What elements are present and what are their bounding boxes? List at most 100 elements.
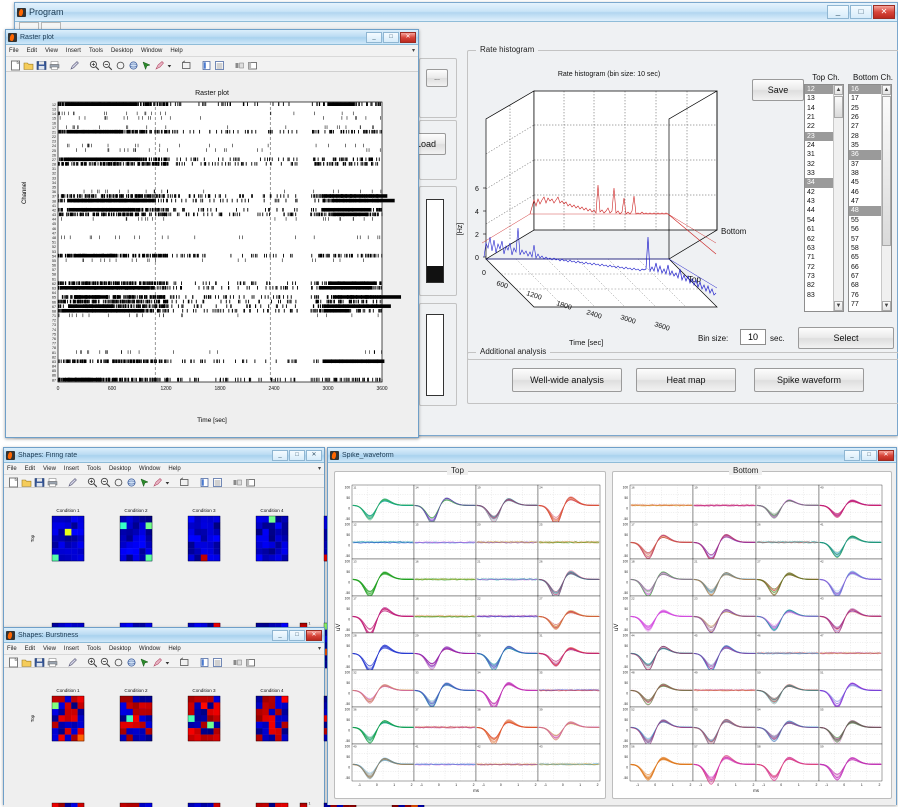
channel-list-item[interactable]: 44 (805, 206, 833, 215)
bottom-scroll-up-icon[interactable]: ▲ (882, 85, 891, 95)
channel-list-item[interactable]: 32 (805, 160, 833, 169)
brush-dropdown-icon[interactable] (166, 59, 172, 70)
spike-titlebar[interactable]: Spike_waveform _ □ ✕ (328, 448, 896, 463)
menu-item-file[interactable]: File (9, 48, 19, 54)
close-icon[interactable]: ✕ (873, 5, 895, 19)
edit-plot-icon[interactable] (66, 656, 77, 667)
raster-titlebar[interactable]: Raster plot _ □ ✕ (6, 30, 418, 45)
menu-item-edit[interactable]: Edit (25, 646, 35, 652)
channel-list-item[interactable]: 56 (849, 225, 881, 234)
link-data-icon[interactable] (180, 59, 191, 70)
brush-dropdown-icon[interactable] (164, 656, 170, 667)
menu-item-desktop[interactable]: Desktop (109, 466, 131, 472)
channel-list-item[interactable]: 27 (849, 122, 881, 131)
channel-list-item[interactable]: 72 (805, 263, 833, 272)
channel-list-item[interactable]: 22 (805, 122, 833, 131)
save-figure-icon[interactable] (33, 656, 45, 667)
show-plot-tools-icon[interactable] (244, 476, 255, 487)
channel-list-item[interactable]: 34 (805, 178, 833, 188)
top-channel-scrollbar[interactable]: ▲ ▼ (833, 85, 843, 311)
channel-list-item[interactable]: 36 (849, 150, 881, 160)
channel-list-item[interactable]: 73 (805, 272, 833, 281)
top-channel-listbox[interactable]: 12 13 14 21 22 23 24 31 32 33 34 42 43 44 54 61 62 63 71 72… (804, 84, 844, 312)
channel-list-item[interactable]: 25 (849, 104, 881, 113)
edit-plot-icon[interactable] (66, 476, 77, 487)
maximize-icon[interactable]: □ (850, 5, 872, 19)
menu-item-view[interactable]: View (43, 646, 56, 652)
main-window-titlebar[interactable]: Program _ □ ✕ (15, 3, 897, 22)
top-scroll-down-icon[interactable]: ▼ (834, 301, 843, 311)
menu-item-tools[interactable]: Tools (89, 48, 103, 54)
raster-close-icon[interactable]: ✕ (400, 31, 416, 43)
raster-toolbar[interactable] (6, 57, 418, 72)
shape1-menubar[interactable]: File Edit View Insert Tools Desktop Window Help… (4, 463, 324, 475)
show-plot-tools-icon[interactable] (244, 656, 255, 667)
channel-list-item[interactable]: 63 (805, 244, 833, 253)
new-figure-icon[interactable] (9, 59, 21, 70)
menu-item-view[interactable]: View (43, 466, 56, 472)
channel-list-item[interactable]: 66 (849, 263, 881, 272)
brush-icon[interactable] (153, 59, 164, 70)
data-cursor-icon[interactable] (138, 656, 149, 667)
save-button[interactable]: Save (752, 79, 804, 101)
channel-list-item[interactable]: 82 (805, 281, 833, 290)
print-icon[interactable] (46, 656, 58, 667)
channel-list-item[interactable]: 57 (849, 235, 881, 244)
menu-item-help[interactable]: Help (168, 466, 180, 472)
shape2-minimize-icon[interactable]: _ (272, 629, 288, 641)
zoom-in-icon[interactable] (86, 476, 98, 487)
menu-item-desktop[interactable]: Desktop (111, 48, 133, 54)
new-figure-icon[interactable] (7, 476, 19, 487)
top-scroll-thumb[interactable] (834, 96, 843, 118)
menu-item-window[interactable]: Window (139, 466, 160, 472)
shape1-maximize-icon[interactable]: □ (289, 449, 305, 461)
legend-icon[interactable] (211, 656, 222, 667)
shape2-menubar[interactable]: File Edit View Insert Tools Desktop Window Help… (4, 643, 324, 655)
spike-minimize-icon[interactable]: _ (844, 449, 860, 461)
channel-list-item[interactable]: 33 (805, 169, 833, 178)
menu-item-help[interactable]: Help (168, 646, 180, 652)
channel-list-item[interactable]: 28 (849, 132, 881, 141)
hide-plot-tools-icon[interactable] (233, 59, 244, 70)
menu-item-window[interactable]: Window (139, 646, 160, 652)
channel-list-item[interactable]: 13 (805, 94, 833, 103)
channel-list-item[interactable]: 45 (849, 178, 881, 187)
menu-item-tools[interactable]: Tools (87, 466, 101, 472)
channel-list-item[interactable]: 14 (805, 104, 833, 113)
shape2-titlebar[interactable]: Shapes: Burstiness _ □ ✕ (4, 628, 324, 643)
spike-close-icon[interactable]: ✕ (878, 449, 894, 461)
bottom-scroll-thumb[interactable] (882, 96, 891, 246)
link-data-icon[interactable] (178, 656, 189, 667)
zoom-out-icon[interactable] (99, 656, 111, 667)
rotate-3d-icon[interactable] (125, 656, 136, 667)
channel-list-item[interactable]: 55 (849, 216, 881, 225)
menu-item-view[interactable]: View (45, 48, 58, 54)
raster-menubar[interactable]: File Edit View Insert Tools Desktop Window Help… (6, 45, 418, 57)
channel-list-item[interactable]: 31 (805, 150, 833, 159)
zoom-out-icon[interactable] (99, 476, 111, 487)
channel-list-item[interactable]: 24 (805, 141, 833, 150)
shape1-menu-overflow-icon[interactable]: ▾ (318, 465, 321, 472)
channel-list-item[interactable]: 67 (849, 272, 881, 281)
legend-icon[interactable] (211, 476, 222, 487)
channel-list-item[interactable]: 42 (805, 188, 833, 197)
raster-menu-overflow-icon[interactable]: ▾ (412, 47, 415, 54)
menu-item-edit[interactable]: Edit (25, 466, 35, 472)
zoom-in-icon[interactable] (88, 59, 100, 70)
menu-item-window[interactable]: Window (141, 48, 162, 54)
menu-item-help[interactable]: Help (170, 48, 182, 54)
print-icon[interactable] (46, 476, 58, 487)
link-data-icon[interactable] (178, 476, 189, 487)
bottom-channel-items[interactable]: 16 17 25 26 27 28 35 36 37 38 45 46 47 48 55 56 57 58 65 66… (849, 85, 881, 311)
open-file-icon[interactable] (20, 476, 32, 487)
menu-item-desktop[interactable]: Desktop (109, 646, 131, 652)
open-file-icon[interactable] (22, 59, 34, 70)
legend-icon[interactable] (213, 59, 224, 70)
data-cursor-icon[interactable] (138, 476, 149, 487)
colorbar-icon[interactable] (200, 59, 211, 70)
menu-item-tools[interactable]: Tools (87, 646, 101, 652)
channel-list-item[interactable]: 76 (849, 291, 881, 300)
shape1-close-icon[interactable]: ✕ (306, 449, 322, 461)
menu-item-insert[interactable]: Insert (64, 646, 79, 652)
channel-list-item[interactable]: 58 (849, 244, 881, 253)
